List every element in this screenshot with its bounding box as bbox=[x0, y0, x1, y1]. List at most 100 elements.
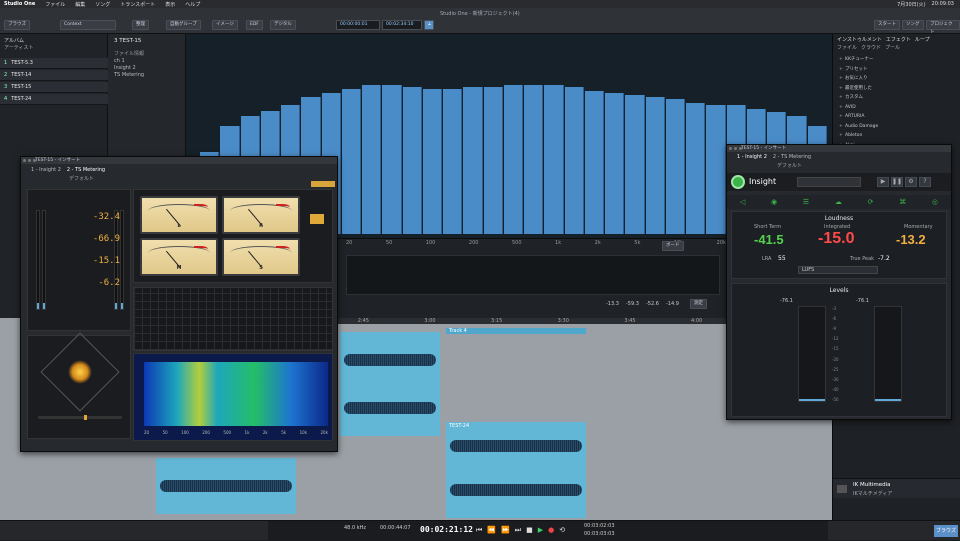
vendor-footer: IK Multimedia IKマルチメディア bbox=[833, 478, 960, 498]
menu-view[interactable]: 表示 bbox=[165, 1, 175, 8]
plugin-tag[interactable] bbox=[311, 181, 335, 187]
loudness-header: Loudness bbox=[824, 215, 854, 222]
board-button[interactable]: ボード bbox=[662, 241, 684, 251]
preset-name[interactable]: デフォルト bbox=[69, 175, 94, 182]
context-select[interactable]: Context bbox=[60, 20, 116, 30]
inspector-item[interactable]: ch 1 bbox=[114, 58, 125, 64]
vu-mode-button[interactable] bbox=[310, 214, 324, 224]
tab-ts-metering[interactable]: 2 - TS Metering bbox=[67, 167, 105, 173]
browse-toggle[interactable]: ブラウズ bbox=[934, 525, 958, 537]
preset-name[interactable]: デフォルト bbox=[777, 162, 802, 169]
browser-item[interactable]: お気に入り bbox=[839, 75, 959, 82]
start-page-button[interactable]: スタート bbox=[874, 20, 900, 30]
loudness-module-icon[interactable]: ◉ bbox=[771, 198, 777, 206]
tab-ts-metering[interactable]: 2 - TS Metering bbox=[773, 154, 811, 160]
tool-button-4[interactable]: EDF bbox=[246, 20, 263, 30]
level-meter-l bbox=[798, 306, 826, 402]
tool-button-2[interactable]: 自動グループ bbox=[166, 20, 201, 30]
pause-icon[interactable]: ❚❚ bbox=[891, 177, 903, 187]
time-display-start[interactable]: 00:00:00:01 bbox=[336, 20, 380, 30]
audio-clip[interactable] bbox=[156, 458, 296, 514]
rewind-start-icon[interactable]: ⏮ bbox=[476, 526, 482, 535]
primary-time-display[interactable]: 00:02:21:12 bbox=[420, 525, 473, 534]
inspector-item[interactable]: ファイル情報 bbox=[114, 50, 144, 57]
rewind-icon[interactable]: ⏪ bbox=[487, 526, 496, 535]
browser-item[interactable]: プリセット bbox=[839, 66, 959, 73]
browser-item[interactable]: 最近使用した bbox=[839, 85, 959, 92]
insight-window: TEST-15 - インサート 1 - Insight 2 2 - TS Met… bbox=[726, 144, 952, 420]
menu-song[interactable]: ソング bbox=[95, 1, 110, 8]
menu-help[interactable]: ヘルプ bbox=[185, 1, 200, 8]
lra-value: 55 bbox=[778, 255, 786, 262]
browser-item[interactable]: ARTURIA bbox=[839, 113, 959, 120]
tree-icon[interactable]: ⌘ bbox=[899, 198, 906, 206]
spectrum-bar bbox=[706, 104, 726, 234]
gear-icon[interactable]: ⚙ bbox=[905, 177, 917, 187]
spectrum-bar bbox=[362, 85, 382, 234]
meter-icon[interactable]: ☰ bbox=[803, 198, 809, 206]
browser-item[interactable]: Ableton bbox=[839, 132, 959, 139]
window-title: Studio One - 新規プロジェクト(4) bbox=[440, 11, 520, 17]
record-icon[interactable]: ● bbox=[548, 526, 554, 535]
measure-button[interactable]: 測定 bbox=[690, 299, 707, 309]
tab-insight[interactable]: 1 - Insight 2 bbox=[737, 154, 767, 160]
spectrum-bar bbox=[503, 85, 524, 234]
loop-icon[interactable]: ⟳ bbox=[868, 198, 874, 206]
loop-icon[interactable]: ⟲ bbox=[559, 526, 565, 535]
tab-cloud[interactable]: クラウド bbox=[861, 44, 881, 51]
forward-end-icon[interactable]: ⏭ bbox=[515, 526, 521, 535]
app-menu[interactable]: Studio One bbox=[4, 1, 35, 7]
tab-pool[interactable]: プール bbox=[885, 44, 900, 51]
track-row[interactable]: 2 TEST-14 bbox=[0, 70, 108, 81]
time-display-end[interactable]: 00:02:34:10 bbox=[382, 20, 422, 30]
track-row[interactable]: 4 TEST-24 bbox=[0, 94, 108, 105]
browser-item[interactable]: カスタム bbox=[839, 94, 959, 101]
loop-end[interactable]: 00:03:03:03 bbox=[584, 531, 615, 537]
tab-files[interactable]: ファイル bbox=[837, 44, 857, 51]
tab-loops[interactable]: ループ bbox=[915, 36, 930, 43]
tab-instruments[interactable]: インストゥルメント bbox=[837, 36, 882, 43]
integrated-value: -15.0 bbox=[818, 230, 855, 247]
vu-meter-section: L R M S bbox=[133, 189, 333, 283]
track-row[interactable]: 3 TEST-15 bbox=[0, 82, 108, 93]
audio-clip[interactable]: TEST-24 bbox=[446, 422, 586, 518]
tab-effects[interactable]: エフェクト bbox=[886, 36, 911, 43]
window-titlebar[interactable]: TEST-15 - インサート bbox=[21, 157, 337, 164]
audio-clip[interactable] bbox=[340, 332, 440, 436]
track-row[interactable]: 1 TEST-5.3 bbox=[0, 58, 108, 69]
loudness-module: Loudness Short Term Integrated Momentary… bbox=[731, 211, 947, 279]
menu-edit[interactable]: 編集 bbox=[75, 1, 85, 8]
tool-button-1[interactable]: 整理 bbox=[132, 20, 149, 30]
tab-insight[interactable]: 1 - Insight 2 bbox=[31, 167, 61, 173]
spectrogram-axis: 20 50 100 200 500 1k 2k 5k 10k 20k bbox=[144, 430, 328, 435]
inspector-item[interactable]: Insight 2 bbox=[114, 65, 136, 71]
menu-file[interactable]: ファイル bbox=[45, 1, 65, 8]
target-icon[interactable]: ◎ bbox=[932, 198, 938, 206]
window-titlebar[interactable]: TEST-15 - インサート bbox=[727, 145, 951, 152]
speaker-icon[interactable]: ◁ bbox=[740, 198, 745, 206]
inspector-item[interactable]: TS Metering bbox=[114, 72, 144, 78]
spectrum-bar bbox=[584, 90, 605, 234]
browser-item[interactable]: Audio Damage bbox=[839, 123, 959, 130]
project-page-button[interactable]: プロジェクト bbox=[926, 20, 960, 35]
play-icon[interactable]: ▶ bbox=[538, 526, 543, 535]
browser-item[interactable]: AVID bbox=[839, 104, 959, 111]
help-icon[interactable]: ? bbox=[919, 177, 931, 187]
cloud-icon[interactable]: ☁ bbox=[835, 198, 842, 206]
spectrum-bar bbox=[645, 96, 665, 234]
play-icon[interactable]: ▶ bbox=[877, 177, 889, 187]
browse-label[interactable]: ブラウズ bbox=[4, 20, 30, 30]
browser-item[interactable]: KKチューナー bbox=[839, 56, 959, 63]
spectrogram-section: 20 50 100 200 500 1k 2k 5k 10k 20k bbox=[133, 353, 333, 441]
menu-transport[interactable]: トランスポート bbox=[120, 1, 155, 8]
unit-select[interactable]: LUFS bbox=[798, 266, 878, 274]
stop-icon[interactable]: ■ bbox=[526, 526, 533, 535]
tool-button-5[interactable]: デジタル bbox=[270, 20, 296, 30]
song-page-button[interactable]: ソング bbox=[902, 20, 924, 30]
forward-icon[interactable]: ⏩ bbox=[501, 526, 510, 535]
snap-icon[interactable]: ⟂ bbox=[424, 20, 434, 30]
tool-button-3[interactable]: イメージ bbox=[212, 20, 238, 30]
loop-start[interactable]: 00:03:02:03 bbox=[584, 523, 615, 529]
insight-preset-field[interactable] bbox=[797, 177, 861, 187]
eq-graph[interactable] bbox=[346, 255, 720, 295]
